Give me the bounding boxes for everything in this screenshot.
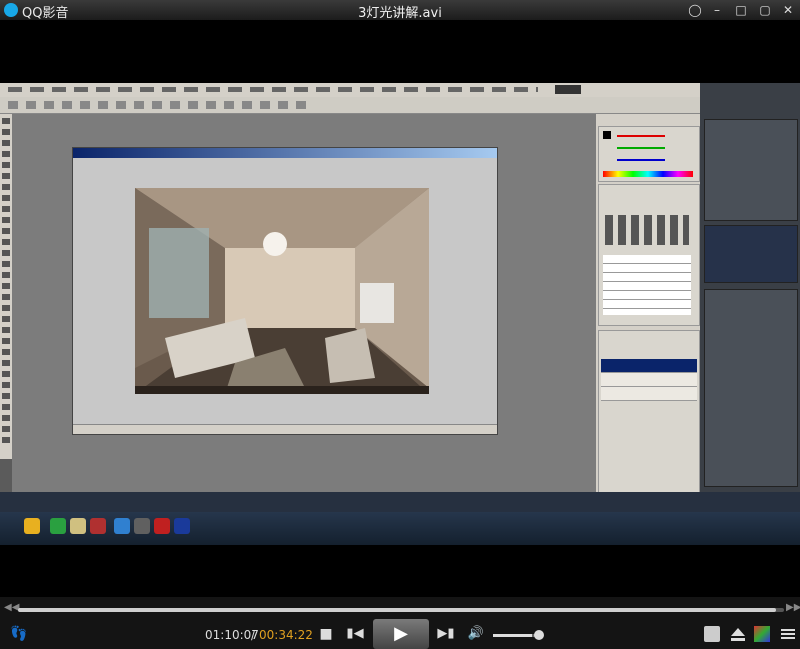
ps-panels [596,114,700,494]
volume-icon[interactable]: 🔊 [467,626,485,642]
close-icon[interactable]: ✕ [779,2,797,18]
doc-title-bar [73,148,497,158]
start-icon [24,518,40,534]
ps-workspace-button [555,85,581,94]
title-bar: QQ影音 3灯光讲解.avi ◯ – □ ▢ ✕ [0,0,800,21]
play-icon[interactable]: ▶ [373,619,429,649]
max-list [704,225,798,283]
doc-status-bar [73,424,497,434]
volume-knob[interactable] [534,630,544,640]
minimize-icon[interactable]: – [708,2,726,18]
time-separator: / [251,628,256,642]
layer-row[interactable] [601,373,697,387]
volume-slider[interactable] [493,634,539,637]
ps-options-bar [0,97,700,114]
settings-icon[interactable] [704,626,720,642]
chat-icon[interactable]: ◯ [686,2,704,18]
recorded-taskbar [0,492,800,545]
app-icon [70,518,86,534]
app-icon [154,518,170,534]
ps-document-window [72,147,498,435]
footprint-icon[interactable]: 👣 [10,626,28,642]
previous-icon[interactable]: ▮◀ [346,626,364,642]
ps-tool-icons [2,118,10,448]
next-icon[interactable]: ▶▮ [437,626,455,642]
layer-row[interactable] [601,387,697,401]
playlist-icon[interactable] [754,626,770,642]
seek-bar-fill [18,608,777,612]
menu-icon[interactable] [780,626,796,642]
app-icon [50,518,66,534]
interior-render-image [135,188,429,394]
video-file-title: 3灯光讲解.avi [358,6,442,21]
app-icon [114,518,130,534]
windows-taskbar [0,512,800,545]
interior-room-icon [135,188,429,394]
video-frame[interactable] [0,83,800,545]
ps-option-items [8,101,308,109]
max-parameters [704,289,798,487]
layer-row[interactable] [601,359,697,373]
stop-icon[interactable]: ■ [318,626,334,642]
seek-bar[interactable] [18,608,784,612]
layers-panel [598,330,700,494]
3dsmax-command-panel [700,83,800,493]
color-panel [598,126,700,182]
ps-menu-items [8,87,538,92]
max-status-strip [0,492,800,512]
photoshop-icon [174,518,190,534]
adjustments-panel [598,184,700,326]
eject-icon[interactable] [730,626,746,642]
seek-forward-icon[interactable]: ▶▶ [786,602,800,613]
app-icon [134,518,150,534]
restore-icon[interactable]: □ [732,2,750,18]
ps-menu-bar [0,83,700,98]
app-icon [90,518,106,534]
maximize-icon[interactable]: ▢ [756,2,774,18]
max-rollout [704,119,798,221]
seek-back-icon[interactable]: ◀◀ [4,602,19,613]
volume-fill [493,634,533,637]
total-time: 00:34:22 [259,628,313,642]
